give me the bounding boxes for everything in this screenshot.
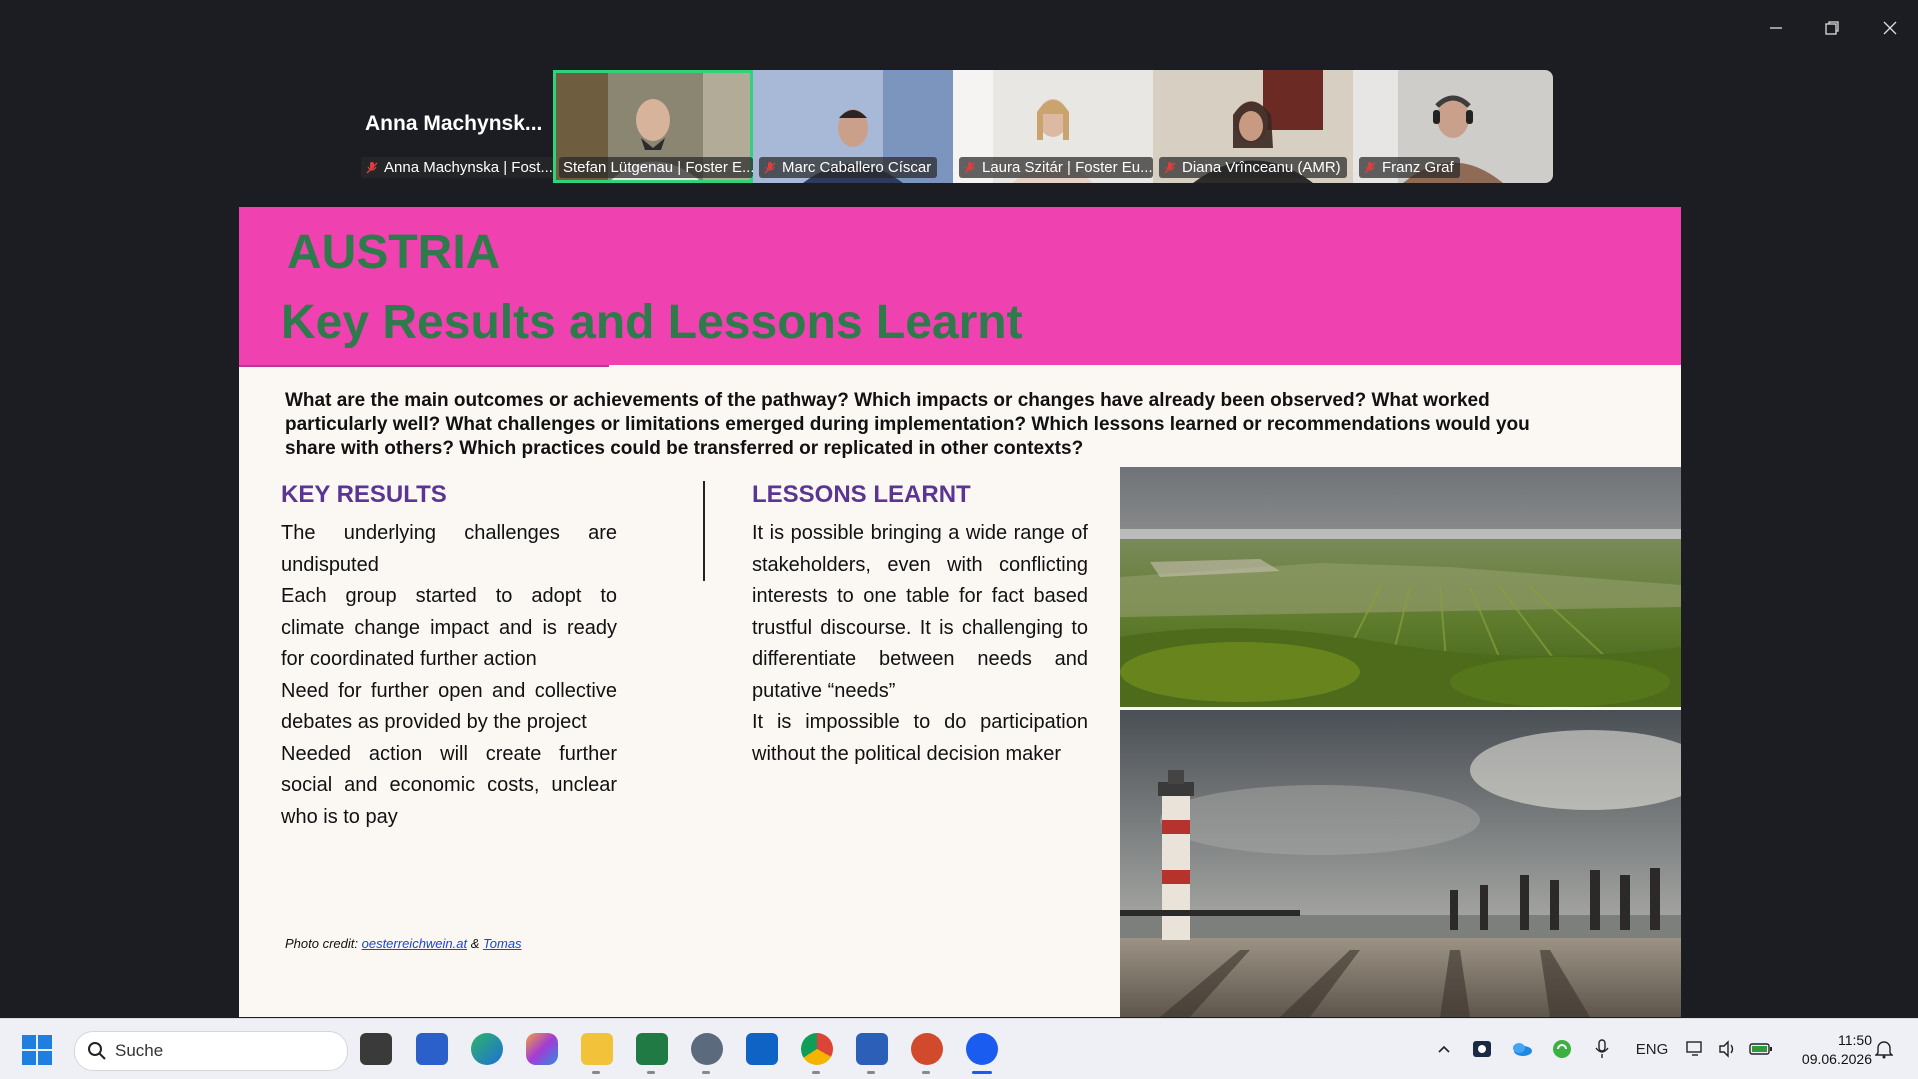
mic-muted-icon xyxy=(366,161,378,173)
participant-name: Diana Vrînceanu (AMR) xyxy=(1182,159,1341,176)
taskbar-clock[interactable]: 11:50 09.06.2026 xyxy=(1802,1031,1872,1069)
search-label: Suche xyxy=(115,1041,164,1060)
participant-name: Stefan Lütgenau | Foster E... xyxy=(563,159,753,176)
lessons-learnt-list: It is possible bringing a wide range of … xyxy=(752,518,1088,770)
mic-muted-icon xyxy=(1364,161,1376,173)
key-result-item: Need for further open and collective deb… xyxy=(281,679,617,734)
outlook-icon[interactable] xyxy=(746,1033,778,1065)
key-result-item: Needed action will create further social… xyxy=(281,742,617,828)
clock-date: 09.06.2026 xyxy=(1801,1051,1872,1067)
slide-question: What are the main outcomes or achievemen… xyxy=(285,390,1530,459)
mic-muted-icon xyxy=(1164,161,1176,173)
participant-name: Marc Caballero Císcar xyxy=(782,159,932,176)
shared-slide: AUSTRIA Key Results and Lessons Learnt W… xyxy=(239,207,1681,1017)
close-button[interactable] xyxy=(1870,12,1910,44)
key-results-title: KEY RESULTS xyxy=(281,481,447,508)
restore-icon xyxy=(1825,21,1839,35)
copilot-icon[interactable] xyxy=(526,1033,558,1065)
search-icon xyxy=(88,1042,106,1060)
active-speaker-name: Anna Machynsk... xyxy=(365,112,543,135)
chevron-up-icon[interactable] xyxy=(1432,1037,1456,1061)
store-icon[interactable] xyxy=(416,1033,448,1065)
lessons-learnt-title: LESSONS LEARNT xyxy=(752,481,971,508)
minimize-icon xyxy=(1770,27,1782,29)
participant-tile-marc[interactable]: Marc Caballero Císcar xyxy=(753,70,953,183)
minimize-button[interactable] xyxy=(1756,12,1796,44)
participant-name: Franz Graf xyxy=(1382,159,1454,176)
slide-headline: Key Results and Lessons Learnt xyxy=(281,296,1023,349)
participant-label: Diana Vrînceanu (AMR) xyxy=(1159,157,1347,178)
taskbar-search[interactable]: Suche xyxy=(74,1031,348,1071)
key-result-item: The underlying challenges are undisputed xyxy=(281,522,617,576)
task-view-icon[interactable] xyxy=(360,1033,392,1065)
key-results-list: The underlying challenges are undisputed… xyxy=(281,518,617,833)
microphone-icon[interactable] xyxy=(1590,1037,1614,1061)
photo-credit-separator: & xyxy=(467,936,484,951)
settings-icon[interactable] xyxy=(691,1033,723,1065)
zoom-icon[interactable] xyxy=(966,1033,998,1065)
sync-icon[interactable] xyxy=(1550,1037,1574,1061)
header-underline xyxy=(239,365,609,367)
lighthouse-photo xyxy=(1120,710,1681,1017)
chrome-icon[interactable] xyxy=(801,1033,833,1065)
language-indicator[interactable]: ENG xyxy=(1632,1037,1672,1061)
slide-country: AUSTRIA xyxy=(287,226,501,279)
key-result-item: Each group started to adopt to climate c… xyxy=(281,585,617,670)
photo-credit: Photo credit: oesterreichwein.at & Tomas xyxy=(285,936,522,951)
battery-icon[interactable] xyxy=(1748,1037,1774,1061)
word-icon[interactable] xyxy=(856,1033,888,1065)
restore-button[interactable] xyxy=(1812,12,1852,44)
participant-label: Stefan Lütgenau | Foster E... xyxy=(559,157,753,178)
file-explorer-icon[interactable] xyxy=(581,1033,613,1065)
participant-name: Anna Machynska | Fost... xyxy=(384,159,553,176)
running-indicator xyxy=(922,1071,930,1074)
slide-header: AUSTRIA Key Results and Lessons Learnt xyxy=(239,207,1681,367)
photo-credit-prefix: Photo credit: xyxy=(285,936,362,951)
vineyard-photo xyxy=(1120,467,1681,707)
running-indicator xyxy=(647,1071,655,1074)
credit-link-oesterreichwein[interactable]: oesterreichwein.at xyxy=(362,936,468,951)
lesson-item: It is possible bringing a wide range of … xyxy=(752,522,1088,702)
clock-time: 11:50 xyxy=(1838,1032,1872,1048)
close-icon xyxy=(1883,21,1897,35)
participant-tile-anna[interactable]: Anna Machynsk... Anna Machynska | Fost..… xyxy=(353,70,553,183)
network-icon[interactable] xyxy=(1684,1037,1708,1061)
participant-label: Laura Szitár | Foster Eu... xyxy=(959,157,1153,178)
volume-icon[interactable] xyxy=(1716,1037,1740,1061)
running-indicator xyxy=(702,1071,710,1074)
mic-muted-icon xyxy=(764,161,776,173)
participant-name: Laura Szitár | Foster Eu... xyxy=(982,159,1153,176)
credit-link-tomas[interactable]: Tomas xyxy=(483,936,522,951)
participant-tile-franz[interactable]: Franz Graf xyxy=(1353,70,1553,183)
participant-strip: Anna Machynsk... Anna Machynska | Fost..… xyxy=(353,70,1553,183)
column-divider xyxy=(703,481,705,581)
lesson-item: It is impossible to do participation wit… xyxy=(752,711,1088,765)
running-indicator xyxy=(592,1071,600,1074)
active-app-indicator xyxy=(972,1071,992,1074)
windows-taskbar: Suche ENG 11:50 09.06.2026 xyxy=(0,1018,1918,1079)
participant-tile-laura[interactable]: Laura Szitár | Foster Eu... xyxy=(953,70,1153,183)
powerpoint-icon[interactable] xyxy=(911,1033,943,1065)
participant-tile-diana[interactable]: Diana Vrînceanu (AMR) xyxy=(1153,70,1353,183)
edge-icon[interactable] xyxy=(471,1033,503,1065)
notification-bell-icon[interactable] xyxy=(1872,1037,1896,1061)
participant-label: Marc Caballero Císcar xyxy=(759,157,938,178)
participant-label: Anna Machynska | Fost... xyxy=(361,157,553,178)
participant-label: Franz Graf xyxy=(1359,157,1460,178)
running-indicator xyxy=(812,1071,820,1074)
participant-tile-stefan[interactable]: Stefan Lütgenau | Foster E... xyxy=(553,70,753,183)
excel-icon[interactable] xyxy=(636,1033,668,1065)
onedrive-icon[interactable] xyxy=(1510,1037,1534,1061)
remote-desktop-icon[interactable] xyxy=(1470,1037,1494,1061)
running-indicator xyxy=(867,1071,875,1074)
mic-muted-icon xyxy=(964,161,976,173)
start-button[interactable] xyxy=(22,1035,52,1065)
